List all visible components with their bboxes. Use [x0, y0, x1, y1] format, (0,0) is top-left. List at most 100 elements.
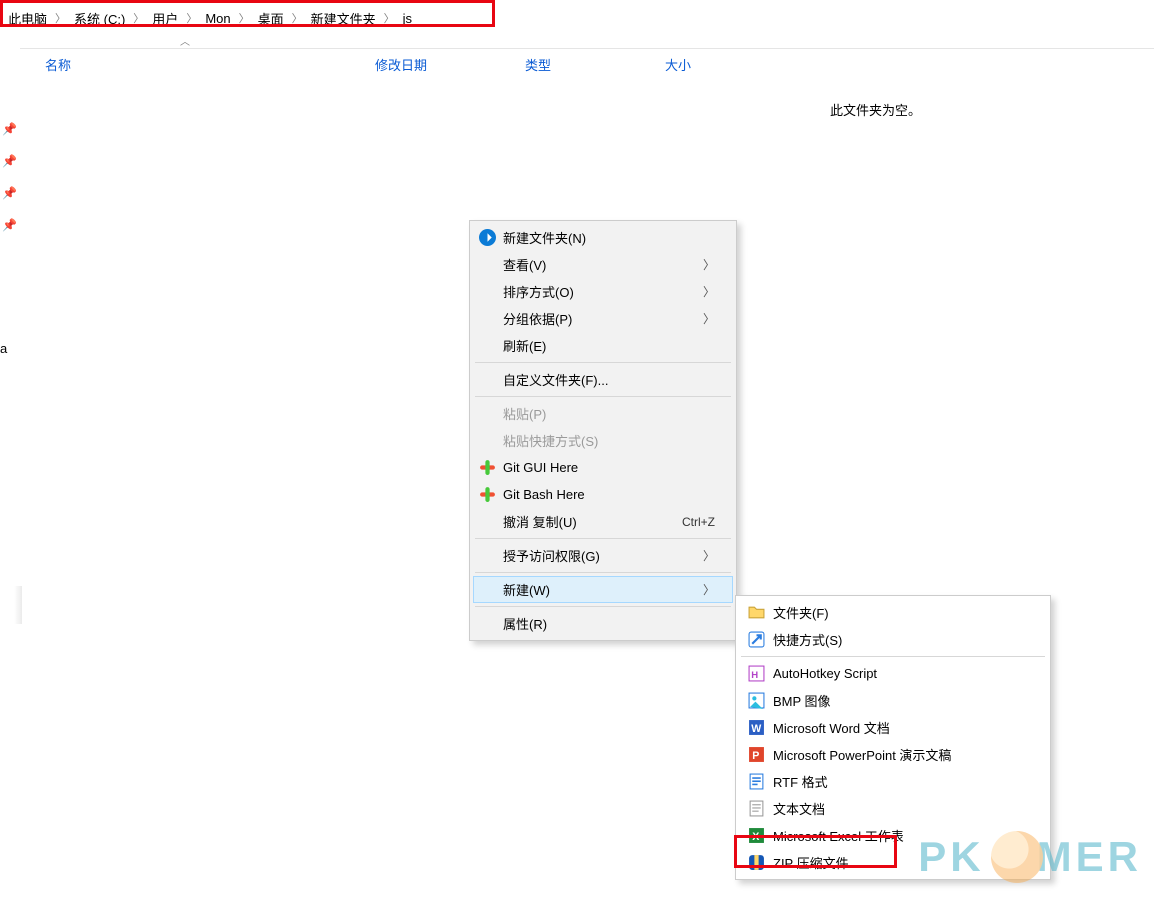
- sort-indicator-icon: ︿: [180, 33, 190, 48]
- menu-label: Microsoft Excel 工作表: [773, 826, 904, 845]
- menu-grant-access[interactable]: 授予访问权限(G) 〉: [473, 542, 733, 569]
- chevron-right-icon: 〉: [663, 581, 715, 598]
- menu-separator: [475, 572, 731, 573]
- menu-label: 排序方式(O): [503, 282, 574, 301]
- svg-text:H: H: [751, 670, 758, 681]
- menu-label: 新建(W): [503, 580, 550, 599]
- crumb-drive-c[interactable]: 系统 (C:): [72, 9, 127, 28]
- bmp-icon: [748, 692, 765, 709]
- menu-sort[interactable]: 排序方式(O) 〉: [473, 278, 733, 305]
- pin-icon: 📌: [2, 219, 14, 231]
- menu-paste: 粘贴(P): [473, 400, 733, 427]
- menu-label: 授予访问权限(G): [503, 546, 600, 565]
- crumb-desktop[interactable]: 桌面: [256, 9, 286, 28]
- menu-refresh[interactable]: 刷新(E): [473, 332, 733, 359]
- menu-group[interactable]: 分组依据(P) 〉: [473, 305, 733, 332]
- context-menu[interactable]: 新建文件夹(N) 查看(V) 〉 排序方式(O) 〉 分组依据(P) 〉 刷新(…: [469, 220, 737, 641]
- git-icon: [479, 459, 496, 476]
- pinned-items: 📌 📌 📌 📌: [2, 123, 16, 251]
- menu-separator: [475, 362, 731, 363]
- zip-icon: [748, 854, 765, 871]
- git-icon: [479, 486, 496, 503]
- crumb-newfolder[interactable]: 新建文件夹: [309, 9, 378, 28]
- chevron-right-icon[interactable]: 〉: [233, 10, 256, 26]
- crumb-js[interactable]: js: [401, 11, 414, 26]
- truncated-item[interactable]: a: [0, 341, 7, 356]
- menu-label: ZIP 压缩文件: [773, 853, 849, 872]
- menu-view[interactable]: 查看(V) 〉: [473, 251, 733, 278]
- submenu-txt[interactable]: 文本文档: [739, 795, 1047, 822]
- left-shadow: [14, 586, 22, 624]
- menu-git-bash[interactable]: Git Bash Here: [473, 481, 733, 508]
- menu-separator: [475, 538, 731, 539]
- pin-icon: 📌: [2, 123, 14, 135]
- menu-label: BMP 图像: [773, 691, 831, 710]
- rtf-icon: [748, 773, 765, 790]
- column-type[interactable]: 类型: [525, 55, 665, 74]
- submenu-word[interactable]: W Microsoft Word 文档: [739, 714, 1047, 741]
- chevron-right-icon[interactable]: 〉: [180, 10, 203, 26]
- menu-properties[interactable]: 属性(R): [473, 610, 733, 637]
- crumb-mon[interactable]: Mon: [203, 11, 232, 26]
- folder-icon: [748, 604, 765, 621]
- shortcut-icon: [748, 631, 765, 648]
- submenu-ahk[interactable]: H AutoHotkey Script: [739, 660, 1047, 687]
- column-modified[interactable]: 修改日期: [375, 55, 525, 74]
- menu-shortcut: Ctrl+Z: [642, 515, 715, 529]
- menu-label: 查看(V): [503, 255, 546, 274]
- menu-new-folder[interactable]: 新建文件夹(N): [473, 224, 733, 251]
- menu-label: AutoHotkey Script: [773, 666, 877, 681]
- chevron-right-icon[interactable]: 〉: [127, 10, 150, 26]
- menu-customize-folder[interactable]: 自定义文件夹(F)...: [473, 366, 733, 393]
- menu-label: 新建文件夹(N): [503, 228, 586, 247]
- chevron-right-icon: 〉: [663, 547, 715, 564]
- watermark-text: PK: [918, 833, 984, 881]
- menu-label: 属性(R): [503, 614, 547, 633]
- menu-undo-copy[interactable]: 撤消 复制(U) Ctrl+Z: [473, 508, 733, 535]
- menu-label: 撤消 复制(U): [503, 512, 577, 531]
- empty-folder-message: 此文件夹为空。: [830, 100, 921, 119]
- column-headers: 名称 修改日期 类型 大小: [20, 48, 1154, 79]
- new-folder-icon: [479, 229, 496, 246]
- menu-label: 刷新(E): [503, 336, 546, 355]
- menu-label: 粘贴(P): [503, 404, 546, 423]
- txt-icon: [748, 800, 765, 817]
- menu-git-gui[interactable]: Git GUI Here: [473, 454, 733, 481]
- crumb-this-pc[interactable]: 此电脑: [6, 9, 49, 28]
- menu-separator: [475, 606, 731, 607]
- menu-label: 文本文档: [773, 799, 825, 818]
- submenu-shortcut[interactable]: 快捷方式(S): [739, 626, 1047, 653]
- word-icon: W: [748, 719, 765, 736]
- menu-label: 粘贴快捷方式(S): [503, 431, 598, 450]
- menu-paste-shortcut: 粘贴快捷方式(S): [473, 427, 733, 454]
- crumb-users[interactable]: 用户: [150, 9, 180, 28]
- submenu-rtf[interactable]: RTF 格式: [739, 768, 1047, 795]
- menu-separator: [475, 396, 731, 397]
- pin-icon: 📌: [2, 155, 14, 167]
- chevron-right-icon: 〉: [663, 310, 715, 327]
- submenu-bmp[interactable]: BMP 图像: [739, 687, 1047, 714]
- column-name[interactable]: 名称: [20, 55, 375, 74]
- menu-label: Git Bash Here: [503, 487, 585, 502]
- menu-label: Microsoft Word 文档: [773, 718, 890, 737]
- submenu-folder[interactable]: 文件夹(F): [739, 599, 1047, 626]
- menu-label: 文件夹(F): [773, 603, 829, 622]
- ppt-icon: P: [748, 746, 765, 763]
- chevron-right-icon: 〉: [663, 283, 715, 300]
- pin-icon: 📌: [2, 187, 14, 199]
- column-size[interactable]: 大小: [665, 55, 745, 74]
- chevron-right-icon[interactable]: 〉: [286, 10, 309, 26]
- left-pane-edge: 📌 📌 📌 📌 a: [0, 28, 20, 921]
- breadcrumb-bar[interactable]: 此电脑 〉 系统 (C:) 〉 用户 〉 Mon 〉 桌面 〉 新建文件夹 〉 …: [0, 0, 1154, 36]
- watermark: PK MER: [918, 831, 1142, 883]
- svg-text:P: P: [752, 750, 759, 762]
- menu-new[interactable]: 新建(W) 〉: [473, 576, 733, 603]
- watermark-logo-icon: [991, 831, 1043, 883]
- menu-label: 分组依据(P): [503, 309, 572, 328]
- chevron-right-icon[interactable]: 〉: [378, 10, 401, 26]
- menu-separator: [741, 656, 1045, 657]
- ahk-icon: H: [748, 665, 765, 682]
- chevron-right-icon[interactable]: 〉: [49, 10, 72, 26]
- submenu-ppt[interactable]: P Microsoft PowerPoint 演示文稿: [739, 741, 1047, 768]
- breadcrumb[interactable]: 此电脑 〉 系统 (C:) 〉 用户 〉 Mon 〉 桌面 〉 新建文件夹 〉 …: [6, 9, 414, 28]
